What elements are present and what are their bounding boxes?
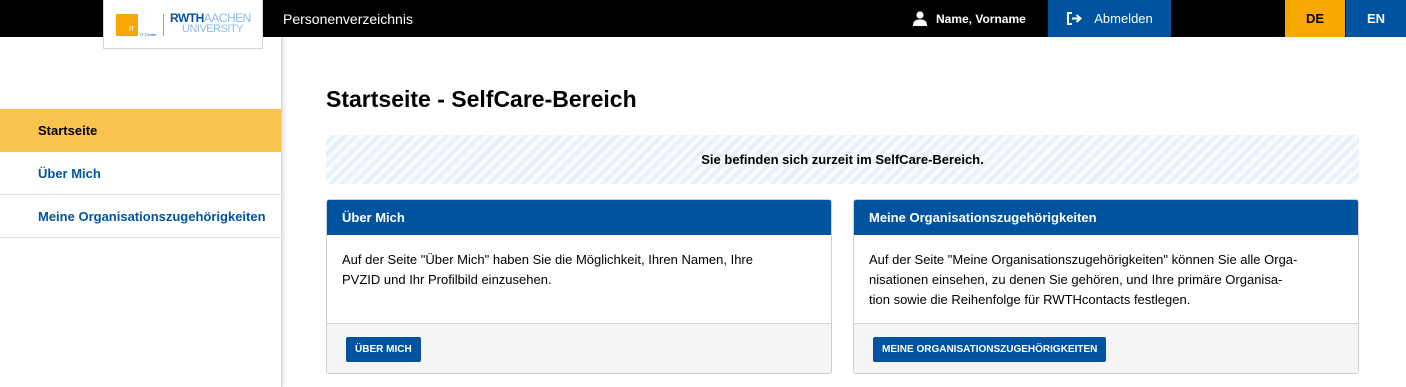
it-center-logo-letters: IT	[129, 27, 135, 33]
page-title: Startseite - SelfCare-Bereich	[326, 86, 637, 112]
logout-label: Abmelden	[1094, 11, 1153, 26]
card-organisationen: Meine Organisationszugehörigkeiten Auf d…	[853, 199, 1359, 374]
it-center-logo-text: IT Center	[140, 32, 157, 37]
sidebar-item-startseite[interactable]: Startseite	[0, 109, 281, 152]
card-ueber-mich: Über Mich Auf der Seite "Über Mich" habe…	[326, 199, 832, 374]
info-text: Sie befinden sich zurzeit im SelfCare-Be…	[701, 152, 984, 167]
user-name: Name, Vorname	[936, 11, 1026, 26]
sidebar-item-ueber-mich[interactable]: Über Mich	[0, 152, 281, 195]
sign-out-icon	[1067, 12, 1083, 25]
logo[interactable]: IT IT Center RWTHAACHEN UNIVERSITY	[103, 0, 263, 49]
logo-divider	[163, 14, 164, 36]
card-body: Auf der Seite "Meine Organisationszugehö…	[854, 235, 1358, 324]
organisationen-button[interactable]: MEINE ORGANISATIONSZUGEHÖRIGKEITEN	[873, 336, 1107, 362]
language-de-button[interactable]: DE	[1285, 0, 1345, 37]
sidebar: Startseite Über Mich Meine Organisations…	[0, 37, 282, 387]
logout-button[interactable]: Abmelden	[1048, 0, 1171, 37]
card-body-line: Auf der Seite "Über Mich" haben Sie die …	[342, 252, 753, 267]
info-banner: Sie befinden sich zurzeit im SelfCare-Be…	[326, 135, 1359, 184]
ueber-mich-button[interactable]: ÜBER MICH	[346, 336, 421, 362]
card-footer: MEINE ORGANISATIONSZUGEHÖRIGKEITEN	[854, 324, 1358, 373]
rwth-logo-university: UNIVERSITY	[182, 23, 244, 35]
card-body-line: PVZID und Ihr Profilbild einzusehen.	[342, 272, 552, 287]
sidebar-item-organisationen[interactable]: Meine Organisationszugehörigkeiten	[0, 195, 281, 238]
rwth-logo-text: RWTHAACHEN	[170, 12, 251, 24]
card-body-line: Auf der Seite "Meine Organisationszugehö…	[869, 252, 1298, 267]
card-body: Auf der Seite "Über Mich" haben Sie die …	[327, 235, 831, 324]
card-body-line: tion sowie die Reihenfolge für RWTHconta…	[869, 292, 1191, 307]
it-center-logo-mark	[116, 14, 138, 36]
card-footer: ÜBER MICH	[327, 324, 831, 373]
card-heading: Meine Organisationszugehörigkeiten	[854, 200, 1358, 235]
user-icon	[913, 11, 927, 26]
language-en-button[interactable]: EN	[1346, 0, 1406, 37]
app-title: Personenverzeichnis	[283, 11, 413, 27]
user-menu: Name, Vorname	[913, 0, 1026, 37]
card-body-line: nisationen einsehen, zu denen Sie gehöre…	[869, 272, 1283, 287]
card-heading: Über Mich	[327, 200, 831, 235]
